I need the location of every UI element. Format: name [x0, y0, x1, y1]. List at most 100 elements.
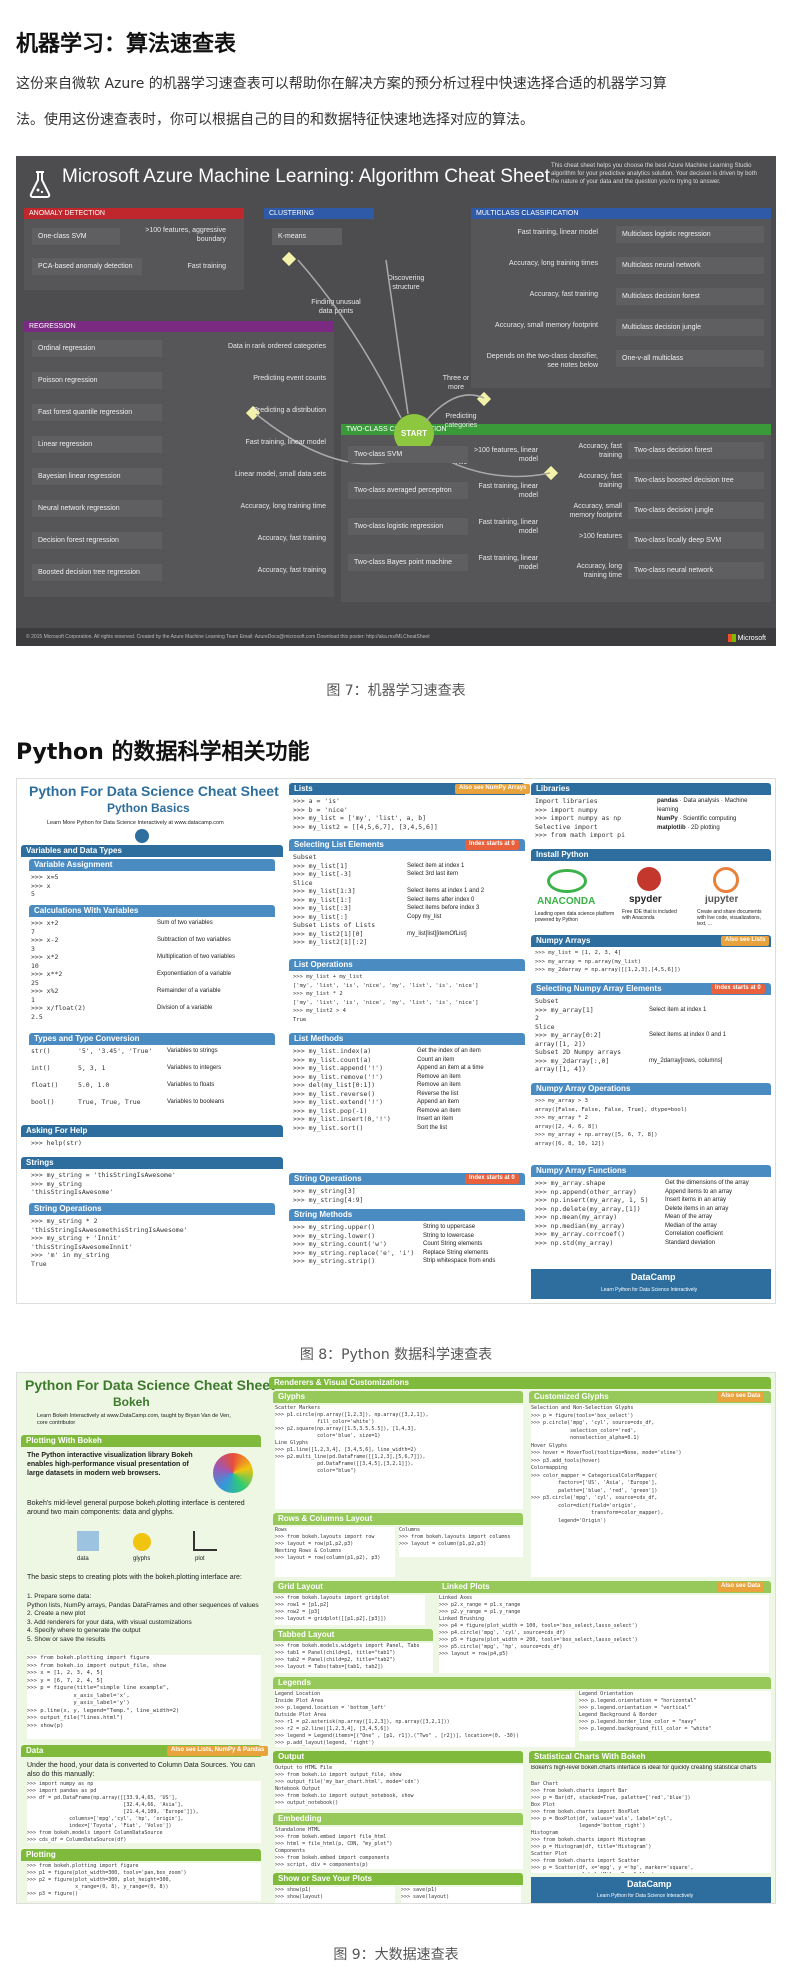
twoclass-right-algo-0: Two-class decision forest	[628, 442, 764, 459]
microsoft-logo-text: Microsoft	[737, 634, 766, 642]
bk-flow-data: data	[77, 1556, 89, 1562]
bk-glyphs-code: Scatter Markers >>> p1.circle(np.array([…	[275, 1405, 523, 1509]
bk-steps-intro: The basic steps to creating plots with t…	[27, 1574, 242, 1581]
pb-datacamp-footer: DataCamp Learn Python for Data Science I…	[531, 1269, 771, 1299]
pb-sel-code: Subset >>> my_list[1] >>> my_list[-3] Sl…	[293, 853, 376, 946]
pb-strmethods-code: >>> my_string.upper() >>> my_string.lowe…	[293, 1223, 415, 1265]
pb-listmethods-expl: Get the index of an item Count an item A…	[417, 1048, 484, 1131]
bk-rowscols-header: Rows & Columns Layout	[273, 1513, 523, 1525]
twoclass-left-algo-3: Two-class Bayes point machine	[348, 554, 468, 571]
bk-plotting2-header: Plotting	[21, 1849, 261, 1861]
pb-selnp-badge: Index starts at 0	[711, 984, 765, 994]
bk-rows-code: Rows >>> from bokeh.layouts import row >…	[275, 1527, 395, 1577]
bk-stat-text: Bokeh's high-level bokeh.charts interfac…	[531, 1765, 757, 1771]
multiclass-cond-3: Accuracy, small memory footprint	[495, 322, 598, 329]
azure-cheat-sheet-image: Microsoft Azure Machine Learning: Algori…	[16, 156, 776, 646]
anaconda-logo	[547, 869, 587, 893]
multiclass-algo-1: Multiclass neural network	[616, 257, 764, 274]
regression-algo-7: Boosted decision tree regression	[32, 564, 162, 581]
pb-var-assign-header: Variable Assignment	[29, 859, 275, 871]
bk-data-badge: Also see Lists, NumPy & Pandas	[167, 1746, 269, 1756]
pb-title: Python For Data Science Cheat Sheet	[29, 783, 279, 799]
jupyter-logo	[713, 867, 739, 893]
pb-var-code: >>> x=5 >>> x 5	[31, 873, 59, 898]
table-icon	[77, 1531, 99, 1551]
anaconda-label: ANACONDA	[537, 897, 596, 906]
pb-help-code: >>> help(str)	[31, 1139, 82, 1147]
pb-strmethods-expl: String to uppercase String to lowercase …	[423, 1224, 496, 1264]
regression-cond-6: Accuracy, fast training	[257, 535, 326, 542]
twoclass-right-cond-3: >100 features	[578, 533, 622, 540]
multiclass-cond-4: Depends on the two-class classifier, see…	[486, 353, 598, 369]
multiclass-cond-1: Accuracy, long training times	[509, 260, 598, 267]
twoclass-left-algo-1: Two-class averaged perceptron	[348, 482, 468, 499]
pb-subtitle: Python Basics	[107, 801, 190, 815]
multiclass-algo-3: Multiclass decision jungle	[616, 319, 764, 336]
regression-algo-3: Linear regression	[32, 436, 162, 453]
bk-tabbed-code: >>> from bokeh.models.widgets import Pan…	[275, 1643, 433, 1673]
twoclass-left-algo-2: Two-class logistic regression	[348, 518, 468, 535]
bk-show-header: Show or Save Your Plots	[273, 1873, 523, 1885]
pb-npfuncs-code: >>> my_array.shape >>> np.append(other_a…	[535, 1179, 649, 1247]
bk-show-code: >>> show(p1) >>> show(layout)	[275, 1887, 395, 1903]
pb-numpy-badge: Also see Lists	[721, 936, 770, 946]
chart-icon	[193, 1531, 217, 1551]
regression-cond-0: Data in rank ordered categories	[227, 343, 326, 350]
bokeh-logo	[213, 1453, 253, 1493]
pb-sel-badge: Index starts at 0	[465, 840, 519, 850]
bk-subtitle: Bokeh	[113, 1395, 150, 1409]
bk-plotting-text: The Python interactive visualization lib…	[27, 1452, 193, 1477]
pb-calc-expl: Sum of two variables Subtraction of two …	[157, 920, 236, 1011]
bk-data-code: >>> import numpy as np >>> import pandas…	[27, 1781, 261, 1843]
regression-cond-5: Accuracy, long training time	[240, 503, 326, 510]
pb-types-code: str() '5', '3.45', 'True' int() 5, 3, 1 …	[31, 1047, 153, 1106]
pb-strops2-code: >>> my_string[3] >>> my_string[4:9]	[293, 1187, 364, 1204]
regression-algo-0: Ordinal regression	[32, 340, 162, 357]
twoclass-right-algo-4: Two-class neural network	[628, 562, 764, 579]
twoclass-left-cond-0: >100 features, linear model	[473, 447, 538, 463]
spyder-desc: Free IDE that is included with Anaconda	[622, 909, 677, 921]
multiclass-algo-0: Multiclass logistic regression	[616, 226, 764, 243]
lib-numpy-desc: Scientific computing	[683, 816, 737, 822]
bk-datacamp-footer: DataCamp Learn Python for Data Science I…	[531, 1877, 771, 1903]
twoclass-right-algo-3: Two-class locally deep SVM	[628, 532, 764, 549]
regression-algo-6: Decision forest regression	[32, 532, 162, 549]
python-basics-cheat-sheet: Python For Data Science Cheat Sheet Pyth…	[16, 778, 776, 1304]
pb-lists-badge: Also see NumPy Arrays	[455, 784, 531, 794]
twoclass-left-cond-2: Fast training, linear model	[478, 519, 538, 535]
bk-learn: Learn Bokeh Interactively at www.DataCam…	[37, 1413, 231, 1426]
bk-steps: 1. Prepare some data: Python lists, NumP…	[27, 1593, 259, 1643]
twoclass-right-algo-1: Two-class boosted decision tree	[628, 472, 764, 489]
pb-npfuncs-expl: Get the dimensions of the array Append i…	[665, 1180, 749, 1246]
microsoft-logo: Microsoft	[727, 634, 766, 642]
section-title-python: Python 的数据科学相关功能	[16, 740, 310, 765]
twoclass-right-cond-4: Accuracy, long training time	[576, 563, 622, 579]
bk-data-text: Under the hood, your data is converted t…	[27, 1762, 256, 1778]
bk-brand-sub: Learn Python for Data Science Interactiv…	[597, 1893, 694, 1899]
regression-algo-1: Poisson regression	[32, 372, 162, 389]
lib-numpy: NumPy	[657, 816, 678, 822]
pb-npops-header: Numpy Array Operations	[531, 1083, 771, 1095]
twoclass-left-algo-0: Two-class SVM	[348, 446, 468, 463]
pb-listops-header: List Operations	[289, 959, 525, 971]
pb-calc-code: >>> x+2 7 >>> x-2 3 >>> x*2 10 >>> x**2 …	[31, 919, 86, 1021]
regression-cond-3: Fast training, linear model	[245, 439, 326, 446]
pb-strops-header: String Operations	[29, 1203, 275, 1215]
bk-cols-code: Columns >>> from bokeh.layouts import co…	[399, 1527, 523, 1557]
regression-cond-4: Linear model, small data sets	[234, 471, 326, 478]
section-title-ml: 机器学习：算法速查表	[16, 32, 237, 57]
bk-steps-code: >>> from bokeh.plotting import figure >>…	[27, 1655, 261, 1739]
bk-renderers-header: Renderers & Visual Customizations	[269, 1377, 771, 1389]
pb-npops-code: >>> my_array > 3 array([False, False, Fa…	[535, 1098, 688, 1147]
spyder-logo	[637, 867, 661, 891]
twoclass-right-algo-2: Two-class decision jungle	[628, 502, 764, 519]
bk-linked-code: Linked Axes >>> p2.x_range = p1.x_range …	[439, 1595, 769, 1673]
multiclass-cond-2: Accuracy, fast training	[529, 291, 598, 298]
bk-brand: DataCamp	[627, 1880, 672, 1889]
pb-listops-code: >>> my_list + my_list ['my', 'list', 'is…	[293, 974, 479, 1023]
pb-lib-names: pandas · Data analysis · Machine learnin…	[657, 798, 748, 831]
bk-glyphs-header: Glyphs	[273, 1391, 523, 1403]
anaconda-desc: Leading open data science platform power…	[535, 911, 615, 923]
pb-lists-code: >>> a = 'is' >>> b = 'nice' >>> my_list …	[293, 797, 438, 831]
pb-libraries-header: Libraries	[531, 783, 771, 795]
